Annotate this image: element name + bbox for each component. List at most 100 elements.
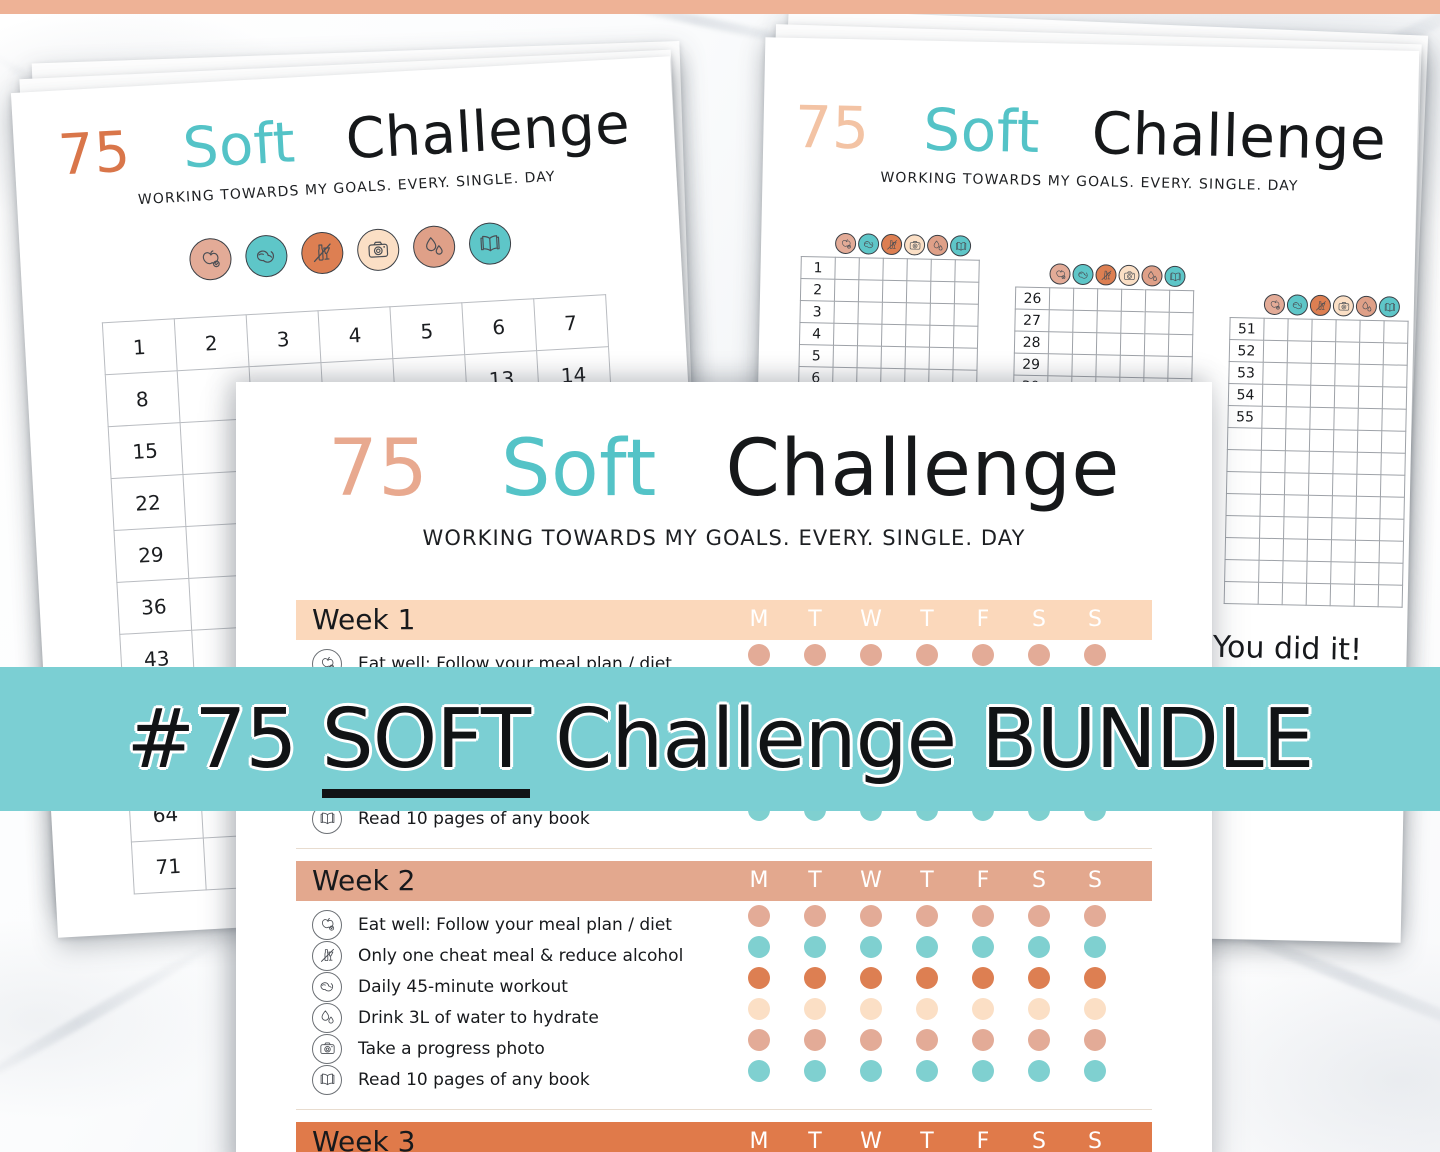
grid-cell[interactable] (1334, 385, 1359, 409)
checkbox-dot[interactable] (1084, 905, 1106, 927)
grid-cell[interactable] (1262, 384, 1287, 407)
checkbox-dot[interactable] (972, 1029, 994, 1051)
grid-cell[interactable] (1354, 562, 1380, 585)
grid-cell[interactable] (1262, 362, 1288, 385)
grid-cell[interactable] (1357, 430, 1382, 453)
row-number[interactable]: 4 (799, 322, 834, 346)
grid-cell[interactable] (1073, 288, 1098, 311)
checkbox-dot[interactable] (748, 644, 770, 666)
grid-cell[interactable]: 2 (173, 314, 249, 371)
checkbox-dot[interactable] (1084, 967, 1106, 989)
grid-cell[interactable] (1072, 310, 1098, 333)
grid-cell[interactable] (1263, 318, 1289, 341)
grid-cell[interactable] (1284, 450, 1310, 474)
checkbox-dot[interactable] (1084, 644, 1106, 666)
grid-cell[interactable] (881, 324, 906, 347)
row-number[interactable]: 3 (799, 300, 835, 324)
row-number[interactable]: 1 (800, 256, 836, 280)
row-number[interactable] (1226, 471, 1261, 495)
grid-cell[interactable] (1260, 450, 1286, 473)
checkbox-dot[interactable] (1028, 998, 1050, 1020)
grid-cell[interactable]: 7 (533, 294, 608, 351)
grid-cell[interactable]: 36 (116, 578, 192, 635)
grid-cell[interactable] (1097, 288, 1122, 312)
grid-cell[interactable] (1354, 584, 1379, 607)
week-2-dot-row-3[interactable] (731, 967, 1123, 989)
checkbox-dot[interactable] (1084, 1060, 1106, 1082)
checkbox-dot[interactable] (860, 1060, 882, 1082)
grid-cell[interactable] (1358, 364, 1384, 387)
grid-cell[interactable] (1168, 312, 1194, 335)
grid-cell[interactable] (1356, 474, 1381, 497)
grid-cell[interactable]: 29 (113, 526, 189, 583)
row-number[interactable]: 52 (1229, 339, 1264, 363)
grid-cell[interactable] (1379, 518, 1404, 542)
grid-cell[interactable] (1261, 428, 1286, 451)
checkbox-dot[interactable] (916, 644, 938, 666)
checkbox-dot[interactable] (860, 936, 882, 958)
row-number[interactable] (1226, 449, 1262, 473)
checkbox-dot[interactable] (916, 1060, 938, 1082)
grid-cell[interactable] (1333, 429, 1358, 453)
checkbox-dot[interactable] (916, 936, 938, 958)
grid-cell[interactable] (1356, 452, 1382, 475)
grid-cell[interactable] (1259, 494, 1285, 517)
grid-cell[interactable] (905, 302, 931, 326)
checkbox-dot[interactable] (1028, 644, 1050, 666)
checkbox-dot[interactable] (1028, 905, 1050, 927)
row-number[interactable] (1225, 493, 1261, 517)
grid-cell[interactable] (1383, 320, 1409, 344)
grid-cell[interactable] (1143, 355, 1169, 379)
week-1-dot-row-1[interactable] (731, 644, 1123, 666)
grid-cell[interactable]: 15 (107, 422, 183, 479)
grid-cell[interactable] (1306, 583, 1331, 606)
row-number[interactable]: 2 (800, 278, 835, 302)
grid-cell[interactable] (1308, 473, 1333, 496)
grid-cell[interactable] (1355, 518, 1380, 541)
grid-cell[interactable] (857, 323, 882, 347)
grid-cell[interactable] (1072, 332, 1097, 355)
grid-cell[interactable]: 71 (130, 838, 206, 894)
checkbox-dot[interactable] (804, 1060, 826, 1082)
grid-cell[interactable]: 4 (317, 306, 393, 363)
grid-cell[interactable] (1382, 364, 1408, 388)
checkbox-dot[interactable] (860, 905, 882, 927)
checkbox-dot[interactable] (972, 905, 994, 927)
grid-cell[interactable] (1381, 408, 1407, 432)
checkbox-dot[interactable] (748, 1060, 770, 1082)
checkbox-dot[interactable] (804, 936, 826, 958)
checkbox-dot[interactable] (748, 967, 770, 989)
grid-cell[interactable] (1310, 385, 1335, 408)
row-number[interactable]: 27 (1014, 309, 1050, 332)
checkbox-dot[interactable] (916, 998, 938, 1020)
grid-cell[interactable] (1096, 310, 1122, 334)
grid-cell[interactable] (1330, 583, 1355, 607)
week-2-dot-row-2[interactable] (731, 936, 1123, 958)
grid-cell[interactable] (1355, 540, 1380, 563)
grid-cell[interactable] (1331, 495, 1357, 519)
checkbox-dot[interactable] (860, 644, 882, 666)
grid-cell[interactable] (857, 301, 883, 325)
grid-cell[interactable] (1119, 355, 1145, 378)
grid-cell[interactable] (1282, 582, 1307, 606)
grid-cell[interactable] (1382, 386, 1407, 410)
grid-cell[interactable] (881, 346, 906, 369)
grid-cell[interactable] (1283, 516, 1308, 540)
grid-cell[interactable] (882, 280, 907, 303)
row-number[interactable]: 54 (1228, 383, 1263, 407)
grid-cell[interactable] (1330, 561, 1356, 585)
checkbox-dot[interactable] (860, 967, 882, 989)
checkbox-dot[interactable] (972, 1060, 994, 1082)
grid-cell[interactable] (1168, 334, 1193, 357)
checkbox-dot[interactable] (1084, 1029, 1106, 1051)
grid-cell[interactable] (906, 280, 931, 304)
row-number[interactable]: 5 (799, 344, 834, 368)
row-number[interactable] (1224, 581, 1259, 605)
grid-cell[interactable]: 22 (110, 474, 186, 531)
grid-cell[interactable] (1378, 584, 1403, 608)
grid-cell[interactable] (857, 345, 882, 369)
grid-cell[interactable] (1048, 331, 1073, 355)
checkbox-dot[interactable] (916, 967, 938, 989)
checkbox-dot[interactable] (804, 967, 826, 989)
grid-cell[interactable] (1309, 407, 1335, 430)
